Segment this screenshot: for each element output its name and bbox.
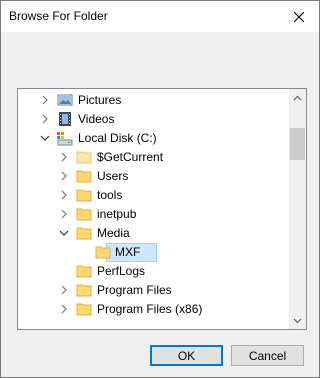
tree-item-mxf[interactable]: MXF: [18, 243, 286, 262]
tree-item-label: Media: [97, 226, 130, 240]
folder-icon: [76, 189, 92, 202]
tree-item-tools[interactable]: tools: [18, 186, 286, 205]
folder-icon: [76, 284, 92, 297]
tree-item-label: inetpub: [97, 207, 137, 221]
browse-for-folder-dialog: Browse For Folder Pictures Videos Local …: [0, 0, 320, 378]
chevron-right-icon[interactable]: [40, 114, 50, 124]
tree-item-label: tools: [97, 188, 123, 202]
tree-item-inetpub[interactable]: inetpub: [18, 205, 286, 224]
folder-icon: [76, 170, 92, 183]
pictures-icon: [57, 94, 73, 106]
close-icon: [294, 11, 304, 22]
drive-icon: [57, 132, 73, 146]
tree-item-label: PerfLogs: [97, 264, 146, 278]
chevron-right-icon[interactable]: [59, 209, 69, 219]
chevron-right-icon[interactable]: [59, 285, 69, 295]
tree-item-media[interactable]: Media: [18, 224, 286, 243]
tree-item-label: Users: [97, 169, 129, 183]
tree-item-label: Local Disk (C:): [78, 131, 157, 145]
folder-icon: [76, 208, 92, 221]
chevron-right-icon[interactable]: [59, 171, 69, 181]
tree-item-getcurrent[interactable]: $GetCurrent: [18, 148, 286, 167]
tree-item-label: $GetCurrent: [97, 150, 164, 164]
scroll-down-button[interactable]: [289, 312, 306, 329]
close-button[interactable]: [279, 1, 319, 32]
chevron-right-icon[interactable]: [40, 95, 50, 105]
folder-icon: [76, 265, 92, 278]
tree-item-perflogs[interactable]: PerfLogs: [18, 262, 286, 281]
tree-item-label: Program Files: [97, 283, 172, 297]
folder-icon: [76, 303, 92, 316]
folder-icon: [76, 227, 92, 240]
chevron-right-icon[interactable]: [59, 190, 69, 200]
vertical-scrollbar[interactable]: [289, 89, 306, 329]
folder-tree[interactable]: Pictures Videos Local Disk (C:) $GetCurr…: [17, 88, 307, 330]
chevron-right-icon[interactable]: [59, 304, 69, 314]
tree-item-local-disk[interactable]: Local Disk (C:): [18, 129, 286, 148]
dialog-title: Browse For Folder: [9, 9, 108, 23]
tree-item-label: Program Files (x86): [97, 302, 203, 316]
folder-icon: [76, 151, 92, 164]
tree-item-program-files[interactable]: Program Files: [18, 281, 286, 300]
title-bar: Browse For Folder: [1, 1, 319, 32]
tree-item-label: Pictures: [78, 93, 122, 107]
chevron-right-icon[interactable]: [59, 152, 69, 162]
chevron-down-icon[interactable]: [40, 133, 50, 143]
tree-item-users[interactable]: Users: [18, 167, 286, 186]
ok-button[interactable]: OK: [150, 345, 223, 366]
tree-item-program-files-x86[interactable]: Program Files (x86): [18, 300, 286, 319]
tree-item-label: Videos: [78, 112, 115, 126]
chevron-down-icon[interactable]: [59, 228, 69, 238]
tree-item-videos[interactable]: Videos: [18, 110, 286, 129]
scroll-up-button[interactable]: [289, 89, 306, 106]
cancel-button[interactable]: Cancel: [231, 345, 304, 366]
chevron-up-icon: [293, 95, 302, 100]
tree-item-label: MXF: [115, 245, 141, 259]
chevron-down-icon: [293, 318, 302, 323]
videos-icon: [59, 112, 71, 126]
folder-icon: [95, 246, 111, 259]
tree-item-pictures[interactable]: Pictures: [18, 91, 286, 110]
scroll-thumb[interactable]: [290, 128, 305, 160]
